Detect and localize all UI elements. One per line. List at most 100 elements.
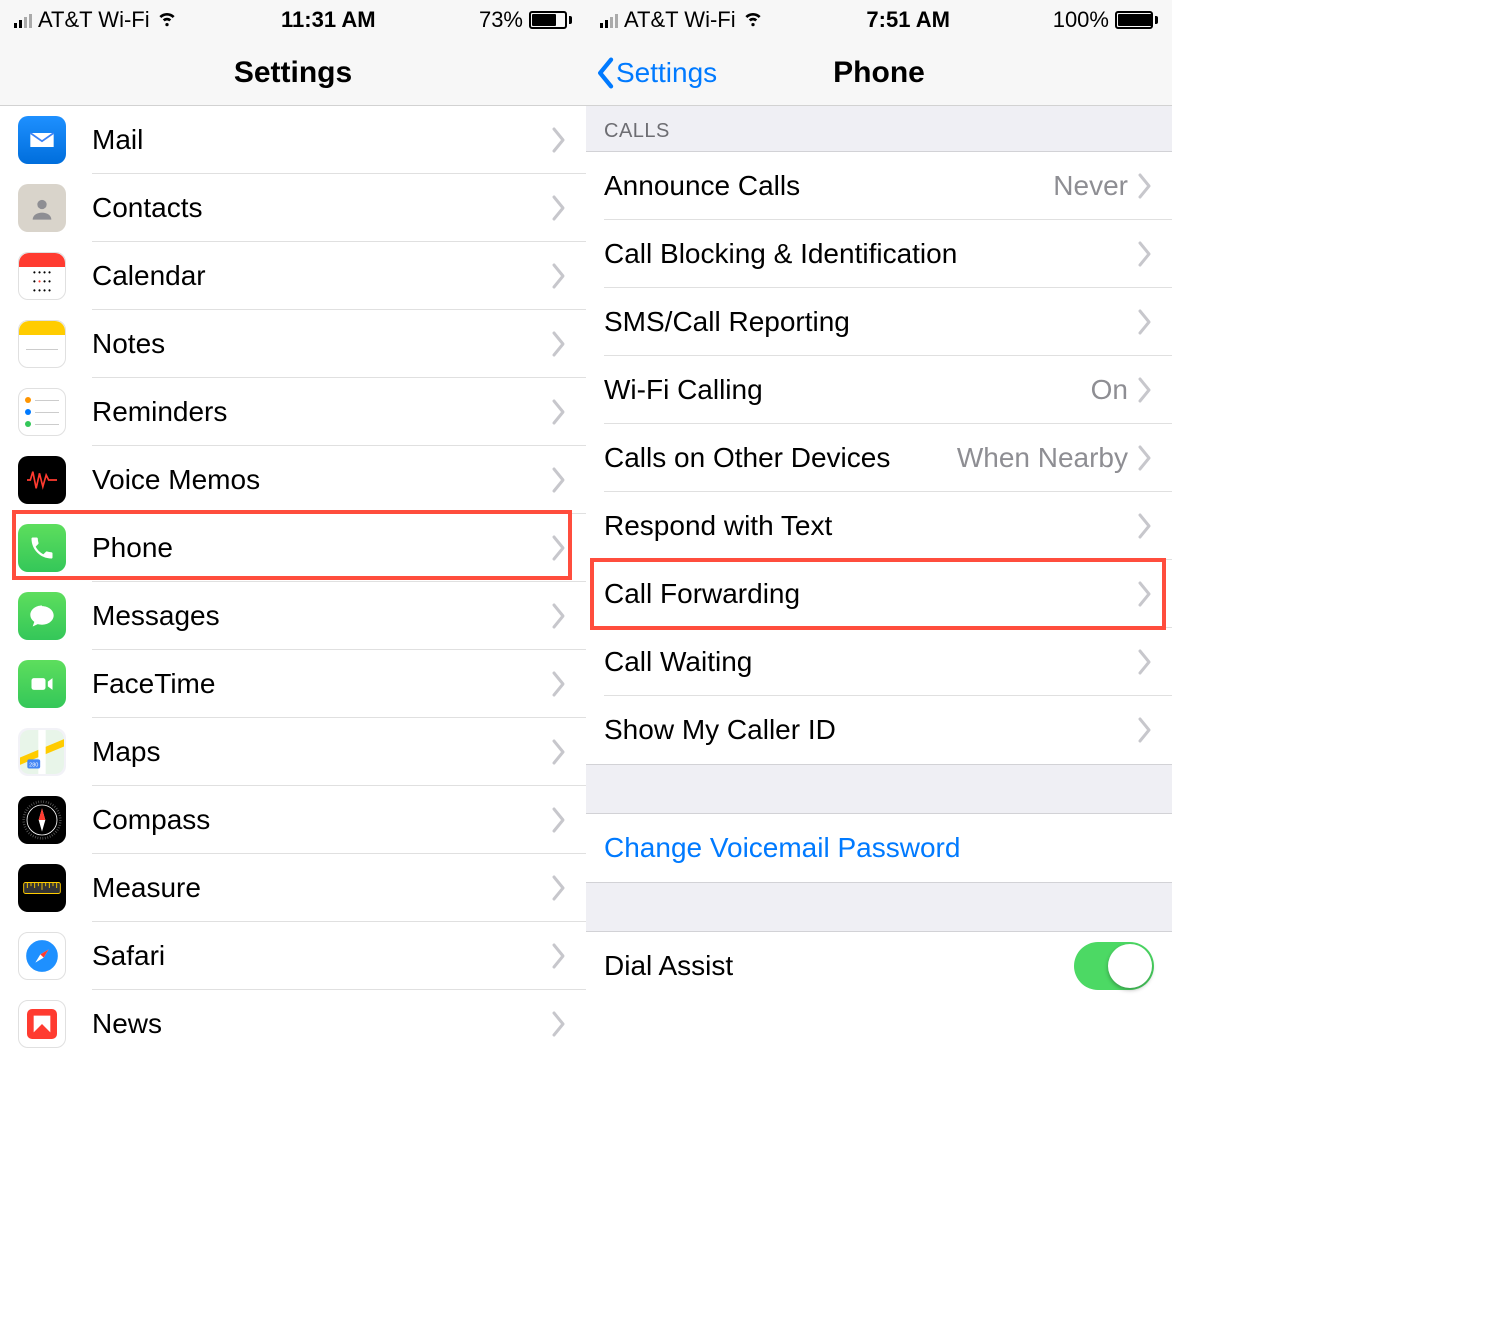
row-announce-calls[interactable]: Announce Calls Never: [586, 152, 1172, 220]
carrier-label: AT&T Wi-Fi: [624, 7, 736, 33]
row-label: Voice Memos: [92, 464, 550, 496]
row-label: FaceTime: [92, 668, 550, 700]
row-label: Compass: [92, 804, 550, 836]
cellular-signal-icon: [14, 12, 32, 28]
row-label: News: [92, 1008, 550, 1040]
battery-percent: 100%: [1053, 7, 1109, 33]
battery-icon: [529, 11, 572, 29]
chevron-right-icon: [550, 602, 568, 630]
settings-row-safari[interactable]: Safari: [0, 922, 586, 990]
settings-row-contacts[interactable]: Contacts: [0, 174, 586, 242]
row-value: Never: [1053, 170, 1128, 202]
notes-icon: [18, 320, 66, 368]
settings-list: Mail Contacts • • • •• • • •• • • • Cale…: [0, 106, 586, 1058]
chevron-right-icon: [550, 194, 568, 222]
row-label: Phone: [92, 532, 550, 564]
row-call-waiting[interactable]: Call Waiting: [586, 628, 1172, 696]
mail-icon: [18, 116, 66, 164]
row-label: Messages: [92, 600, 550, 632]
chevron-right-icon: [550, 534, 568, 562]
settings-row-maps[interactable]: 280 Maps: [0, 718, 586, 786]
chevron-right-icon: [1136, 172, 1154, 200]
chevron-right-icon: [1136, 648, 1154, 676]
section-separator: [586, 882, 1172, 932]
chevron-right-icon: [550, 942, 568, 970]
row-label: Call Blocking & Identification: [604, 238, 1136, 270]
section-separator: [586, 764, 1172, 814]
wifi-icon: [156, 6, 178, 34]
row-label: Contacts: [92, 192, 550, 224]
chevron-right-icon: [1136, 580, 1154, 608]
settings-row-mail[interactable]: Mail: [0, 106, 586, 174]
status-time: 7:51 AM: [866, 7, 950, 33]
svg-text:280: 280: [29, 763, 38, 769]
settings-row-compass[interactable]: Compass: [0, 786, 586, 854]
row-respond-text[interactable]: Respond with Text: [586, 492, 1172, 560]
chevron-right-icon: [550, 806, 568, 834]
dial-assist-toggle[interactable]: [1074, 942, 1154, 990]
carrier-label: AT&T Wi-Fi: [38, 7, 150, 33]
back-label: Settings: [616, 57, 717, 89]
back-button[interactable]: Settings: [586, 56, 717, 90]
settings-row-voicememos[interactable]: Voice Memos: [0, 446, 586, 514]
chevron-right-icon: [1136, 240, 1154, 268]
safari-icon: [18, 932, 66, 980]
row-dial-assist[interactable]: Dial Assist: [586, 932, 1172, 1000]
row-change-voicemail-password[interactable]: Change Voicemail Password: [586, 814, 1172, 882]
row-label: Calls on Other Devices: [604, 442, 957, 474]
chevron-right-icon: [550, 398, 568, 426]
chevron-right-icon: [550, 126, 568, 154]
chevron-right-icon: [550, 330, 568, 358]
row-label: Wi-Fi Calling: [604, 374, 1091, 406]
settings-row-facetime[interactable]: FaceTime: [0, 650, 586, 718]
chevron-right-icon: [1136, 716, 1154, 744]
blank-area: [1172, 0, 1510, 1334]
messages-icon: [18, 592, 66, 640]
cellular-signal-icon: [600, 12, 618, 28]
row-label: Announce Calls: [604, 170, 1053, 202]
settings-row-messages[interactable]: Messages: [0, 582, 586, 650]
row-label: Reminders: [92, 396, 550, 428]
contacts-icon: [18, 184, 66, 232]
row-call-forwarding[interactable]: Call Forwarding: [586, 560, 1172, 628]
row-label: Notes: [92, 328, 550, 360]
row-label: Call Forwarding: [604, 578, 1136, 610]
reminders-icon: [18, 388, 66, 436]
status-bar: AT&T Wi-Fi 11:31 AM 73%: [0, 0, 586, 40]
row-label: Call Waiting: [604, 646, 1136, 678]
chevron-right-icon: [1136, 308, 1154, 336]
settings-row-measure[interactable]: Measure: [0, 854, 586, 922]
chevron-right-icon: [1136, 444, 1154, 472]
phone-settings-screen: AT&T Wi-Fi 7:51 AM 100% Settings Phone: [586, 0, 1172, 1334]
page-title: Settings: [0, 56, 586, 90]
voice-memos-icon: [18, 456, 66, 504]
row-label: Safari: [92, 940, 550, 972]
phone-icon: [18, 524, 66, 572]
news-icon: [18, 1000, 66, 1048]
section-header-calls: CALLS: [586, 106, 1172, 152]
status-time: 11:31 AM: [281, 7, 376, 33]
row-value: On: [1091, 374, 1128, 406]
settings-row-phone[interactable]: Phone: [0, 514, 586, 582]
chevron-right-icon: [550, 262, 568, 290]
chevron-right-icon: [550, 670, 568, 698]
row-label: Dial Assist: [604, 950, 1074, 982]
settings-row-notes[interactable]: Notes: [0, 310, 586, 378]
battery-icon: [1115, 11, 1158, 29]
chevron-right-icon: [1136, 376, 1154, 404]
settings-row-calendar[interactable]: • • • •• • • •• • • • Calendar: [0, 242, 586, 310]
calendar-icon: • • • •• • • •• • • •: [18, 252, 66, 300]
row-sms-reporting[interactable]: SMS/Call Reporting: [586, 288, 1172, 356]
maps-icon: 280: [18, 728, 66, 776]
row-wifi-calling[interactable]: Wi-Fi Calling On: [586, 356, 1172, 424]
row-call-blocking[interactable]: Call Blocking & Identification: [586, 220, 1172, 288]
settings-row-reminders[interactable]: Reminders: [0, 378, 586, 446]
chevron-right-icon: [1136, 512, 1154, 540]
row-label: Calendar: [92, 260, 550, 292]
settings-row-news[interactable]: News: [0, 990, 586, 1058]
row-caller-id[interactable]: Show My Caller ID: [586, 696, 1172, 764]
phone-settings-list: Announce Calls Never Call Blocking & Ide…: [586, 152, 1172, 764]
measure-icon: [18, 864, 66, 912]
row-other-devices[interactable]: Calls on Other Devices When Nearby: [586, 424, 1172, 492]
row-label: Respond with Text: [604, 510, 1136, 542]
